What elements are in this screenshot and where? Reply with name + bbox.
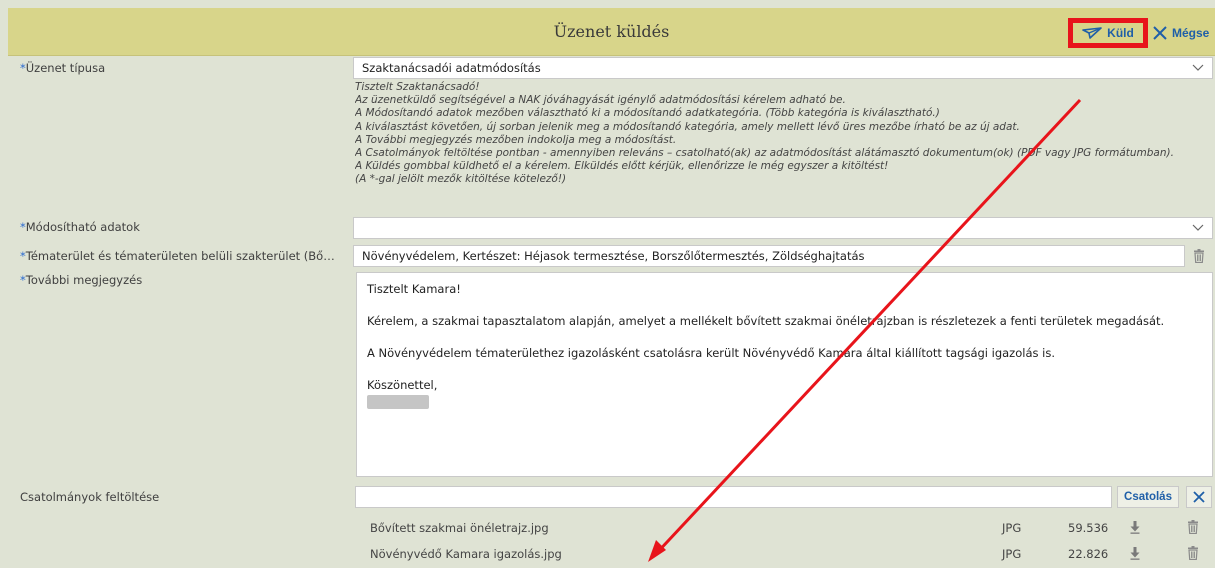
send-label: Küld [1107,26,1134,40]
file-size: 22.826 [1068,547,1109,561]
cancel-button[interactable]: Mégse [1152,22,1209,44]
topic-area-input[interactable]: Növényvédelem, Kertészet: Héjasok termes… [353,245,1185,267]
attachment-input[interactable] [355,486,1112,508]
info-line: Az üzenetküldő segítségével a NAK jóváha… [355,94,846,107]
clear-attachment-button[interactable] [1186,486,1212,508]
notes-label: *További megjegyzés [20,273,143,287]
message-type-label: *Üzenet típusa [20,61,106,75]
file-type: JPG [1002,547,1022,561]
notes-line: Tisztelt Kamara! [367,282,461,296]
attach-button[interactable]: Csatolás [1117,486,1179,508]
chevron-down-icon [1192,224,1204,231]
modifiable-data-label: *Módosítható adatok [20,220,140,234]
file-name: Növényvédő Kamara igazolás.jpg [370,547,562,561]
info-text: Tisztelt Szaktanácsadó! Az üzenetküldő s… [355,81,1215,187]
chevron-down-icon [1192,64,1204,71]
attachments-label: Csatolmányok feltöltése [20,490,160,504]
close-icon [1153,26,1167,40]
trash-icon[interactable] [1187,520,1199,534]
file-row: Bővített szakmai önéletrajz.jpg JPG 59.5… [356,516,1215,540]
file-size: 59.536 [1068,521,1109,535]
info-line: A Módosítandó adatok mezőben választható… [355,107,940,120]
notes-line: A Növényvédelem tématerülethez igazolásk… [367,346,1055,360]
notes-line: Köszönettel, [367,378,438,392]
topic-area-label: *Tématerület és tématerületen belüli sza… [20,249,338,263]
info-line: A További megjegyzés mezőben indokolja m… [355,133,677,146]
dialog-header: Üzenet küldés Küld Mégse [8,8,1215,56]
close-icon [1193,491,1205,503]
notes-textarea[interactable]: Tisztelt Kamara! Kérelem, a szakmai tapa… [356,272,1213,477]
file-row: Növényvédő Kamara igazolás.jpg JPG 22.82… [356,542,1215,566]
modifiable-data-select[interactable] [353,217,1213,239]
paper-plane-icon [1082,27,1102,39]
message-type-select[interactable]: Szaktanácsadói adatmódosítás [353,57,1213,79]
topic-area-value: Növényvédelem, Kertészet: Héjasok termes… [362,249,865,263]
trash-icon[interactable] [1193,249,1205,263]
info-line: A kiválasztást követően, új sorban jelen… [355,120,1020,133]
notes-line: Kérelem, a szakmai tapasztalatom alapján… [367,314,1165,328]
download-icon[interactable] [1130,521,1140,534]
cancel-label: Mégse [1172,26,1210,40]
info-line: A Csatolmányok feltöltése pontban - amen… [355,147,1174,160]
file-name: Bővített szakmai önéletrajz.jpg [370,521,549,535]
redacted-signature [367,395,429,409]
dialog-title: Üzenet küldés [553,22,670,41]
file-type: JPG [1002,521,1022,535]
message-type-value: Szaktanácsadói adatmódosítás [362,61,541,75]
info-line: A Küldés gombbal küldhető el a kérelem. … [355,160,889,173]
trash-icon[interactable] [1187,546,1199,560]
download-icon[interactable] [1130,547,1140,560]
info-line: (A *-gal jelölt mezők kitöltése kötelező… [355,173,567,186]
send-button[interactable]: Küld [1068,18,1148,48]
info-line: Tisztelt Szaktanácsadó! [355,81,480,93]
